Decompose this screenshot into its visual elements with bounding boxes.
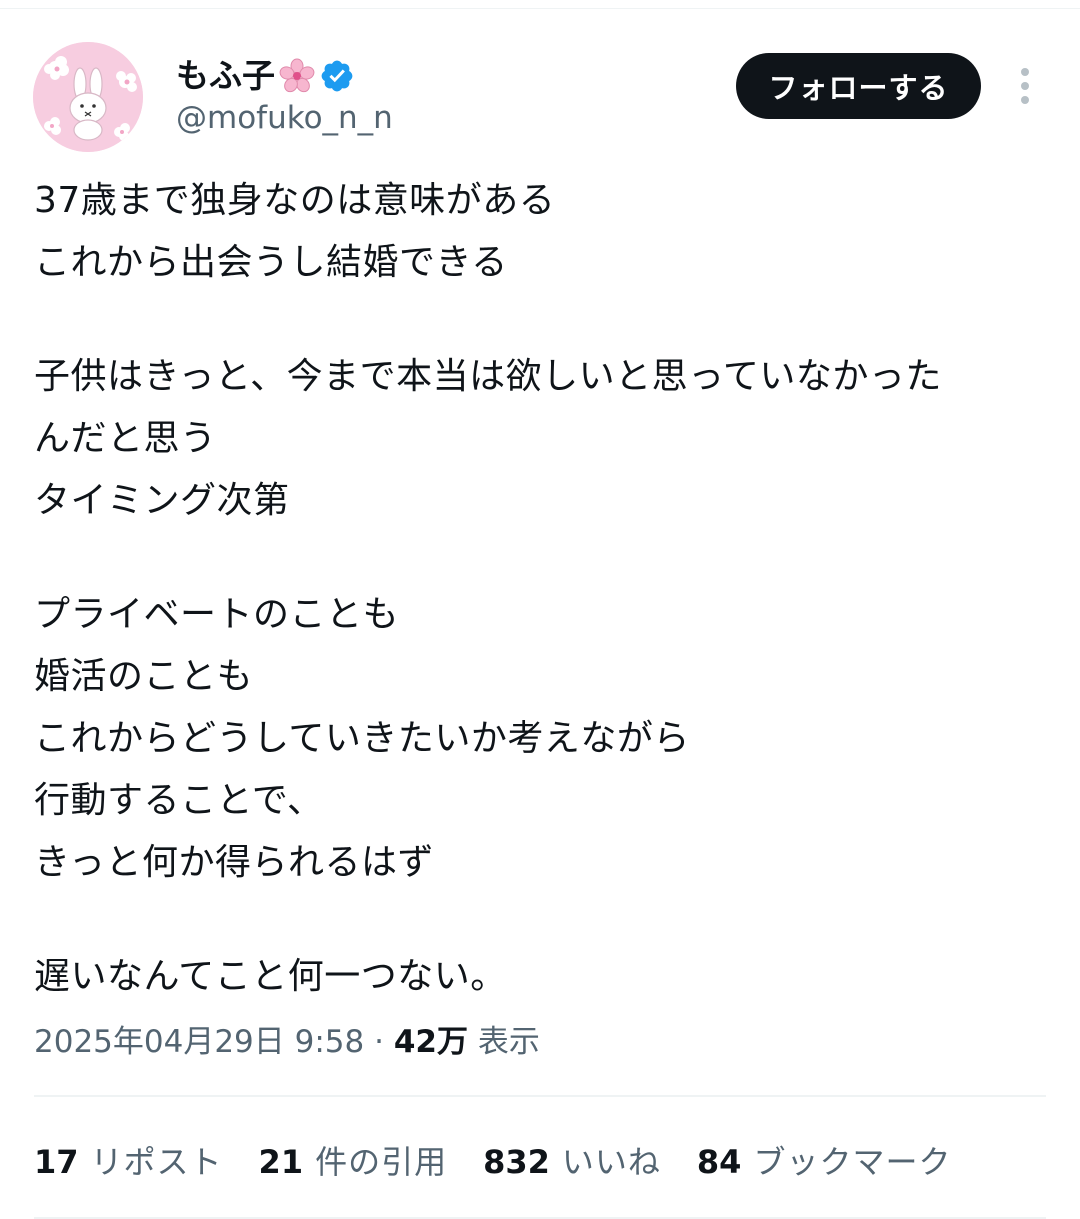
timestamp[interactable]: 2025年04月29日 9:58 <box>34 1024 364 1060</box>
stat-label: いいね <box>561 1143 661 1181</box>
stat-item[interactable]: 21 件の引用 <box>259 1137 448 1183</box>
tweet-line: 子供はきっと、今まで本当は欲しいと思っていなかった <box>34 356 942 397</box>
views-label: 表示 <box>467 1024 540 1060</box>
follow-button[interactable]: フォローする <box>736 53 981 119</box>
stat-count: 21 <box>258 1143 304 1181</box>
engagement-stats: 17 リポスト 21 件の引用 832 いいね 84 ブックマーク <box>34 1136 987 1184</box>
tweet-line: 婚活のことも <box>34 656 254 697</box>
tweet-line: プライベートのことも <box>34 594 400 635</box>
tweet-header: もふ子 @mofuko_n_n フォローする <box>0 0 1080 160</box>
tweet-line: タイミング次第 <box>34 480 290 521</box>
stat-item[interactable]: 17 リポスト <box>34 1137 223 1183</box>
tweet-line: んだと思う <box>34 418 217 459</box>
stat-label: リポスト <box>90 1143 223 1181</box>
user-handle[interactable]: @mofuko_n_n <box>176 98 393 138</box>
display-name[interactable]: もふ子 <box>176 56 275 96</box>
stat-item[interactable]: 832 いいね <box>483 1137 661 1183</box>
tweet-line: 行動することで、 <box>34 780 324 821</box>
tweet-line: 37歳まで独身なのは意味がある <box>34 180 556 221</box>
stat-count: 17 <box>34 1143 79 1181</box>
more-dots-icon[interactable] <box>1008 64 1042 108</box>
meta-separator: · <box>364 1024 394 1060</box>
stat-item[interactable]: 84 ブックマーク <box>697 1137 952 1183</box>
tweet-body: 37歳まで独身なのは意味がある これから出会うし結婚できる子供はきっと、今まで本当… <box>34 170 1044 1008</box>
rabbit-avatar-icon <box>33 42 143 152</box>
views-count: 42万 <box>393 1024 468 1060</box>
tweet-line: これからどうしていきたいか考えながら <box>34 718 690 759</box>
display-name-row: もふ子 <box>176 56 355 96</box>
tweet-line: 遅いなんてこと何一つない。 <box>34 956 507 997</box>
tweet-line: きっと何か得られるはず <box>34 842 435 883</box>
cherry-blossom-icon <box>279 58 315 94</box>
stat-label: ブックマーク <box>753 1143 952 1181</box>
avatar[interactable] <box>33 42 143 152</box>
verified-badge-icon[interactable] <box>319 58 355 94</box>
stats-divider-top <box>34 1095 1046 1097</box>
stat-count: 84 <box>696 1143 742 1181</box>
stat-count: 832 <box>483 1143 550 1181</box>
stat-label: 件の引用 <box>315 1143 448 1181</box>
tweet-line: これから出会うし結婚できる <box>34 242 508 283</box>
tweet-meta: 2025年04月29日 9:58 · 42万 表示 <box>34 1020 540 1064</box>
